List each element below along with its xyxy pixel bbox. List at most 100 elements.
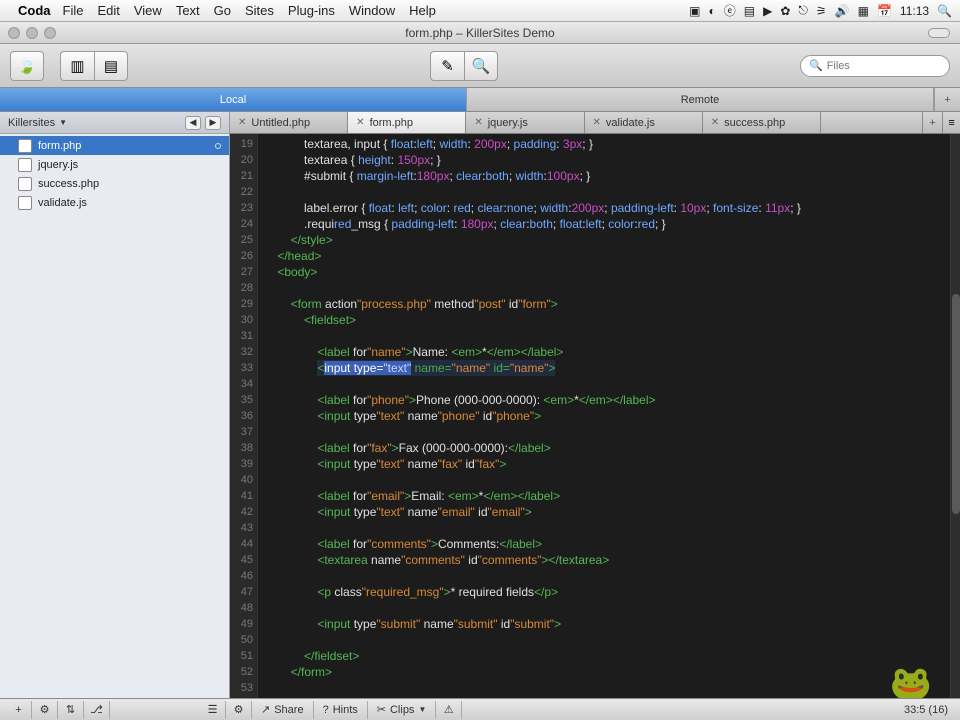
toolbar-toggle-button[interactable]	[928, 28, 950, 38]
tools-segment: ✎ 🔍	[430, 51, 498, 81]
main-area: Killersites ▼ ◀ ▶ form.php jquery.js succe…	[0, 112, 960, 698]
file-name: jquery.js	[38, 159, 78, 171]
scm-button[interactable]: ⎇	[84, 701, 110, 719]
hints-button[interactable]: ?Hints	[314, 701, 368, 719]
doc-tab[interactable]: ✕success.php	[703, 112, 821, 133]
menu-text[interactable]: Text	[176, 3, 200, 18]
close-tab-icon[interactable]: ✕	[474, 117, 482, 128]
statusicon-1[interactable]: ◐	[708, 4, 715, 18]
tab-label: form.php	[370, 117, 413, 129]
tab-local[interactable]: Local	[0, 88, 467, 111]
editor-pane: ✕ Untitled.php ✕ form.php ✕ jquery.js ✕ validat…	[230, 112, 960, 698]
doc-tab[interactable]: ✕ validate.js	[585, 112, 703, 133]
menu-window[interactable]: Window	[349, 3, 395, 18]
menu-edit[interactable]: Edit	[97, 3, 119, 18]
file-icon	[18, 177, 32, 191]
share-button[interactable]: ↗Share	[252, 701, 314, 719]
tab-label: jquery.js	[488, 117, 528, 129]
validate-button[interactable]: ⚠	[436, 701, 462, 719]
add-button[interactable]: +	[6, 701, 32, 719]
statusicon-5[interactable]: ✿	[780, 4, 790, 18]
clock[interactable]: 11:13	[900, 4, 929, 18]
file-icon	[18, 139, 32, 153]
split-button[interactable]: ☰	[200, 701, 226, 719]
spotlight-icon[interactable]: 🔍	[937, 4, 952, 18]
tab-label: Untitled.php	[251, 117, 310, 129]
file-name: validate.js	[38, 197, 87, 209]
code-area[interactable]: textarea, input { float:left; width: 200…	[258, 134, 950, 698]
file-sidebar: Killersites ▼ ◀ ▶ form.php jquery.js succe…	[0, 112, 230, 698]
menu-view[interactable]: View	[134, 3, 162, 18]
tab-label: validate.js	[606, 117, 655, 129]
close-tab-icon[interactable]: ✕	[356, 117, 364, 128]
editor-scrollbar[interactable]	[950, 134, 960, 698]
scrollbar-thumb[interactable]	[952, 294, 960, 514]
status-bar: + ⚙ ⇅ ⎇ ☰ ⚙ ↗Share ?Hints ✂Clips▼ ⚠ 33:5…	[0, 698, 960, 720]
minimize-button[interactable]	[26, 27, 38, 39]
menu-sites[interactable]: Sites	[245, 3, 274, 18]
code-editor[interactable]: 19 20 21 22 23 24 25 26 27 28 29 30 31 3…	[230, 134, 960, 698]
new-tab-button[interactable]: +	[922, 112, 942, 133]
text-settings-button[interactable]: ⚙	[226, 701, 252, 719]
zoom-button[interactable]	[44, 27, 56, 39]
statusicon-4[interactable]: ▶	[763, 4, 772, 18]
close-button[interactable]	[8, 27, 20, 39]
file-row[interactable]: validate.js	[0, 193, 229, 212]
doc-tab[interactable]: ✕ Untitled.php	[230, 112, 348, 133]
tab-overflow-button[interactable]: ≡	[942, 112, 960, 133]
close-tab-icon[interactable]: ✕	[711, 117, 719, 128]
close-tab-icon[interactable]: ✕	[238, 117, 246, 128]
traffic-lights	[8, 27, 56, 39]
edit-view-button[interactable]: ▥	[60, 51, 94, 81]
frog-watermark-icon: 🐸	[890, 676, 932, 692]
sites-button[interactable]: 🍃	[10, 51, 44, 81]
statusicon-6[interactable]: ⎋	[798, 3, 808, 18]
file-icon	[18, 196, 32, 210]
statusicon-2[interactable]: ⓔ	[724, 2, 736, 19]
search-placeholder: Files	[827, 60, 850, 72]
file-row[interactable]: success.php	[0, 174, 229, 193]
share-icon: ↗	[261, 703, 270, 716]
camtasia-icon[interactable]: ▣	[689, 4, 700, 18]
pencil-tool-button[interactable]: ✎	[430, 51, 464, 81]
volume-icon[interactable]: 🔊	[835, 4, 850, 18]
transfer-button[interactable]: ⇅	[58, 701, 84, 719]
menu-plugins[interactable]: Plug-ins	[288, 3, 335, 18]
hints-icon: ?	[323, 704, 329, 716]
line-gutter: 19 20 21 22 23 24 25 26 27 28 29 30 31 3…	[230, 134, 258, 698]
window-titlebar: form.php – KillerSites Demo	[0, 22, 960, 44]
menu-go[interactable]: Go	[214, 3, 231, 18]
close-tab-icon[interactable]: ✕	[593, 117, 601, 128]
window-title: form.php – KillerSites Demo	[405, 26, 554, 40]
find-tool-button[interactable]: 🔍	[464, 51, 498, 81]
menu-file[interactable]: File	[63, 3, 84, 18]
file-name: success.php	[38, 178, 99, 190]
file-row[interactable]: form.php	[0, 136, 229, 155]
document-tabs: ✕ Untitled.php ✕ form.php ✕ jquery.js ✕ validat…	[230, 112, 960, 134]
nav-back-button[interactable]: ◀	[185, 116, 201, 130]
modified-dot-icon	[215, 143, 221, 149]
view-mode-segment: ▥ ▤	[60, 51, 128, 81]
clips-button[interactable]: ✂Clips▼	[368, 701, 437, 719]
menu-help[interactable]: Help	[409, 3, 436, 18]
nav-forward-button[interactable]: ▶	[205, 116, 221, 130]
cursor-position: 33:5 (16)	[904, 704, 948, 716]
statusicon-7[interactable]: ▦	[858, 4, 869, 18]
doc-tab[interactable]: ✕ form.php	[348, 112, 466, 133]
statusicon-3[interactable]: ▤	[744, 4, 755, 18]
tab-remote[interactable]: Remote	[467, 88, 934, 111]
preview-view-button[interactable]: ▤	[94, 51, 128, 81]
doc-tab[interactable]: ✕ jquery.js	[466, 112, 584, 133]
add-tab-button[interactable]: +	[934, 88, 960, 111]
toolbar: 🍃 ▥ ▤ ✎ 🔍 🔍 Files	[0, 44, 960, 88]
sidebar-path-header[interactable]: Killersites ▼ ◀ ▶	[0, 112, 229, 134]
action-gear-button[interactable]: ⚙	[32, 701, 58, 719]
wifi-icon[interactable]: ⚞	[816, 4, 827, 18]
file-search-input[interactable]: 🔍 Files	[800, 55, 950, 77]
site-tabs: Local Remote +	[0, 88, 960, 112]
file-list: form.php jquery.js success.php validate.js	[0, 134, 229, 698]
chevron-down-icon: ▼	[59, 118, 67, 127]
calendar-icon[interactable]: 📅	[877, 4, 892, 18]
app-name[interactable]: Coda	[18, 3, 51, 18]
file-row[interactable]: jquery.js	[0, 155, 229, 174]
